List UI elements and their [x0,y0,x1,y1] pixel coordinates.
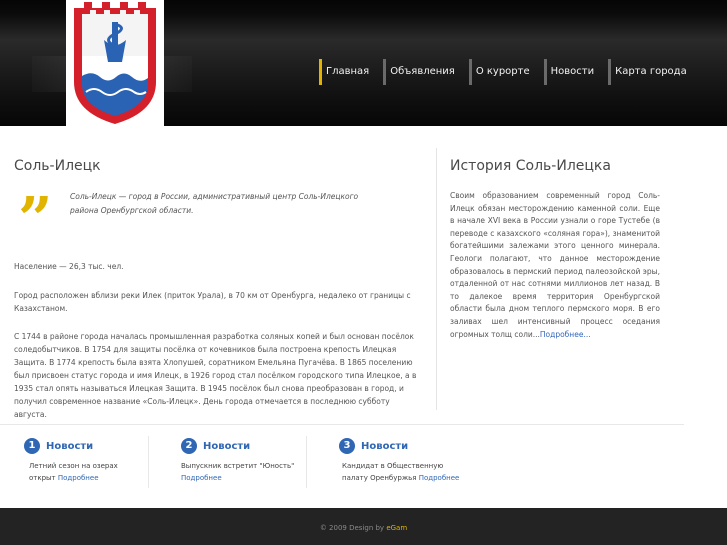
news-headline: Выпускник встретит "Юность" [181,462,295,470]
page-title: Соль-Илецк [14,158,101,174]
news-text: Летний сезон на озерах открыт Подробнее [24,460,142,484]
news-block-1: 1 Новости Летний сезон на озерах открыт … [24,436,142,496]
news-separator [148,436,149,488]
copyright-label: © 2009 Design by [319,524,385,532]
number-badge: 3 [339,438,355,454]
column-divider [436,148,437,410]
news-title[interactable]: Новости [203,441,250,452]
left-column: Соль-Илецк ” Соль-Илецк — город в России… [14,158,418,421]
news-title[interactable]: Новости [361,441,408,452]
population-text: Население — 26,3 тыс. чел. [14,262,124,271]
quote-mark-icon: ” [18,185,53,255]
news-separator [306,436,307,488]
history-text: Своим образованием современный город Сол… [450,190,660,341]
designer-link[interactable]: eGam [386,524,407,532]
news-title[interactable]: Новости [46,441,93,452]
news-block-2: 2 Новости Выпускник встретит "Юность" По… [181,436,311,496]
nav-item-ads[interactable]: Объявления [383,59,455,85]
news-more-link[interactable]: Подробнее [58,474,99,482]
nav-item-news[interactable]: Новости [543,59,594,85]
nav-item-home[interactable]: Главная [319,59,369,85]
nav-item-city-map[interactable]: Карта города [608,59,687,85]
news-more-link[interactable]: Подробнее [181,474,222,482]
nav-item-about-resort[interactable]: О курорте [468,59,530,85]
copyright-text: © 2009 Design by eGam [0,524,727,532]
news-text: Выпускник встретит "Юность" Подробнее [181,460,311,484]
number-badge: 1 [24,438,40,454]
history-more-link[interactable]: Подробнее... [540,330,591,339]
news-more-link[interactable]: Подробнее [419,474,460,482]
news-text: Кандидат в Общественную палату Оренбуржь… [339,460,469,484]
intro-quote: ” Соль-Илецк — город в России, администр… [14,185,418,255]
quote-text: Соль-Илецк — город в России, администрат… [70,192,359,215]
history-paragraph: С 1744 в районе города началась промышле… [14,332,417,419]
city-coat-of-arms-logo[interactable] [66,0,164,126]
section-divider [0,424,684,425]
location-paragraph: Город расположен вблизи реки Илек (прито… [14,291,411,313]
history-title: История Соль-Илецка [450,158,611,174]
main-content: Соль-Илецк ” Соль-Илецк — город в России… [0,126,727,426]
news-block-3: 3 Новости Кандидат в Общественную палату… [339,436,469,496]
main-nav: Главная Объявления О курорте Новости Кар… [319,59,701,85]
right-column: История Соль-Илецка Своим образованием с… [450,158,660,341]
number-badge: 2 [181,438,197,454]
footer: © 2009 Design by eGam [0,508,727,545]
header: Главная Объявления О курорте Новости Кар… [0,0,727,126]
history-body: Своим образованием современный город Сол… [450,191,660,339]
